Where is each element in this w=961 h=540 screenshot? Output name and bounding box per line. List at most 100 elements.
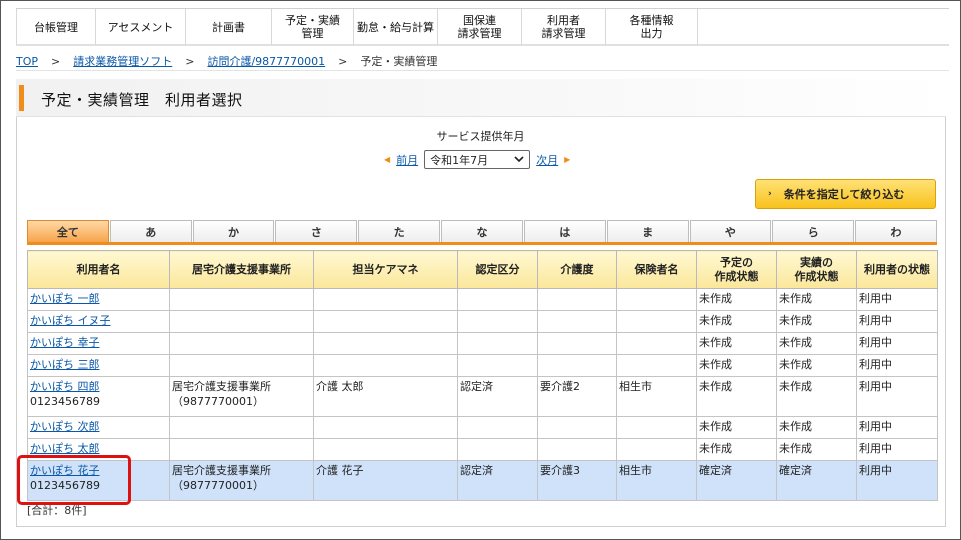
breadcrumb-separator: > (51, 54, 61, 68)
user-name-link[interactable]: かいぽち 太郎 (30, 442, 100, 455)
col-insurer: 保険者名 (616, 250, 697, 289)
care-level-cell (537, 354, 617, 377)
plan-status-cell: 未作成 (696, 310, 777, 333)
prev-month-link[interactable]: 前月 (396, 152, 418, 168)
breadcrumb-billing-software[interactable]: 請求業務管理ソフト (73, 53, 172, 69)
certification-cell (457, 416, 538, 439)
prev-arrow-icon: ◀ (384, 155, 391, 164)
tab-wa[interactable]: わ (855, 220, 937, 242)
tab-ta[interactable]: た (358, 220, 441, 242)
user-status-cell: 利用中 (856, 460, 938, 501)
result-status-cell: 未作成 (776, 288, 857, 311)
breadcrumb-current: 予定・実績管理 (360, 55, 438, 68)
user-name-link[interactable]: かいぽち 三郎 (30, 358, 100, 371)
breadcrumb-separator: > (185, 54, 195, 68)
filter-conditions-button[interactable]: › 条件を指定して絞り込む (755, 179, 936, 209)
tab-ka[interactable]: か (192, 220, 275, 242)
month-select[interactable]: 令和1年7月 (424, 150, 531, 169)
tab-ya[interactable]: や (689, 220, 772, 242)
tab-ra[interactable]: ら (772, 220, 855, 242)
care-office-name: 居宅介護支援事業所 (172, 380, 271, 393)
nav-schedule-results[interactable]: 予定・実績 管理 (272, 9, 354, 45)
user-name-link[interactable]: かいぽち 一郎 (30, 292, 100, 305)
care-office-code: （9877770001） (172, 479, 264, 492)
nav-plan[interactable]: 計画書 (186, 9, 272, 45)
month-navigation: ◀ 前月 令和1年7月 次月 ▶ (384, 150, 570, 169)
plan-status-cell: 未作成 (696, 288, 777, 311)
user-name-link[interactable]: かいぽち イヌ子 (30, 314, 111, 327)
tab-sa[interactable]: さ (275, 220, 358, 242)
nav-info-output[interactable]: 各種情報 出力 (606, 9, 698, 45)
month-select-value: 令和1年7月 (430, 153, 489, 167)
insurer-cell (616, 416, 697, 439)
nav-kokuho-billing[interactable]: 国保連 請求管理 (438, 9, 522, 45)
table-row: かいぽち 太郎 未作成 未作成 利用中 (27, 438, 938, 461)
result-status-cell: 未作成 (776, 376, 857, 417)
col-care-manager: 担当ケアマネ (313, 250, 458, 289)
users-table: 利用者名 居宅介護支援事業所 担当ケアマネ 認定区分 介護度 保険者名 予定の … (27, 250, 938, 501)
breadcrumb-top[interactable]: TOP (16, 55, 38, 68)
title-accent-bar (19, 85, 24, 111)
nav-ledger[interactable]: 台帳管理 (16, 9, 96, 45)
table-row-selected: かいぽち 花子 0123456789 居宅介護支援事業所 （9877770001） … (27, 460, 938, 501)
insurer-cell (616, 354, 697, 377)
care-manager-cell (313, 288, 458, 311)
user-name-cell: かいぽち 三郎 (27, 354, 170, 377)
insurer-cell: 相生市 (616, 376, 697, 417)
care-manager-cell (313, 354, 458, 377)
col-result-status: 実績の 作成状態 (776, 250, 857, 289)
tab-ma[interactable]: ま (606, 220, 689, 242)
insurer-cell: 相生市 (616, 460, 697, 501)
col-certification: 認定区分 (457, 250, 538, 289)
user-status-cell: 利用中 (856, 332, 938, 355)
user-name-link[interactable]: かいぽち 次郎 (30, 420, 100, 433)
table-row: かいぽち イヌ子 未作成 未作成 利用中 (27, 310, 938, 333)
table-header-row: 利用者名 居宅介護支援事業所 担当ケアマネ 認定区分 介護度 保険者名 予定の … (27, 250, 938, 289)
user-name-cell: かいぽち 一郎 (27, 288, 170, 311)
chevron-right-icon: › (768, 189, 772, 199)
col-care-level: 介護度 (537, 250, 617, 289)
table-row: かいぽち 四郎 0123456789 居宅介護支援事業所 （9877770001） … (27, 376, 938, 417)
table-row: かいぽち 三郎 未作成 未作成 利用中 (27, 354, 938, 377)
care-level-cell (537, 310, 617, 333)
nav-user-billing[interactable]: 利用者 請求管理 (522, 9, 606, 45)
tab-a[interactable]: あ (109, 220, 192, 242)
care-office-cell (169, 310, 314, 333)
user-status-cell: 利用中 (856, 438, 938, 461)
user-name-link[interactable]: かいぽち 幸子 (30, 336, 100, 349)
user-name-link[interactable]: かいぽち 四郎 (30, 380, 100, 393)
insurer-cell (616, 310, 697, 333)
col-plan-status: 予定の 作成状態 (696, 250, 777, 289)
insurer-cell (616, 438, 697, 461)
care-level-cell (537, 288, 617, 311)
plan-status-cell: 確定済 (696, 460, 777, 501)
care-level-cell: 要介護2 (537, 376, 617, 417)
user-name-cell: かいぽち 花子 0123456789 (27, 460, 170, 501)
next-arrow-icon: ▶ (564, 155, 571, 164)
nav-attendance-payroll[interactable]: 勤怠・給与計算 (354, 9, 438, 45)
nav-assessment[interactable]: アセスメント (96, 9, 186, 45)
care-level-cell (537, 416, 617, 439)
care-office-cell (169, 354, 314, 377)
breadcrumb-separator: > (338, 54, 348, 68)
care-manager-cell (313, 310, 458, 333)
breadcrumb-office[interactable]: 訪問介護/9877770001 (207, 53, 325, 69)
col-user-name: 利用者名 (27, 250, 170, 289)
user-name-cell: かいぽち 幸子 (27, 332, 170, 355)
insurer-cell (616, 288, 697, 311)
chevron-down-icon (514, 153, 524, 166)
result-status-cell: 未作成 (776, 438, 857, 461)
user-name-link[interactable]: かいぽち 花子 (30, 464, 100, 477)
user-id: 0123456789 (30, 395, 100, 408)
result-status-cell: 確定済 (776, 460, 857, 501)
top-navigation: 台帳管理 アセスメント 計画書 予定・実績 管理 勤怠・給与計算 国保連 請求管… (16, 8, 949, 46)
care-office-cell (169, 288, 314, 311)
plan-status-cell: 未作成 (696, 354, 777, 377)
service-month-label: サービス提供年月 (436, 130, 525, 143)
tab-all[interactable]: 全て (27, 220, 109, 242)
table-row: かいぽち 幸子 未作成 未作成 利用中 (27, 332, 938, 355)
care-manager-cell (313, 438, 458, 461)
next-month-link[interactable]: 次月 (536, 152, 558, 168)
tab-na[interactable]: な (441, 220, 523, 242)
tab-ha[interactable]: は (523, 220, 606, 242)
